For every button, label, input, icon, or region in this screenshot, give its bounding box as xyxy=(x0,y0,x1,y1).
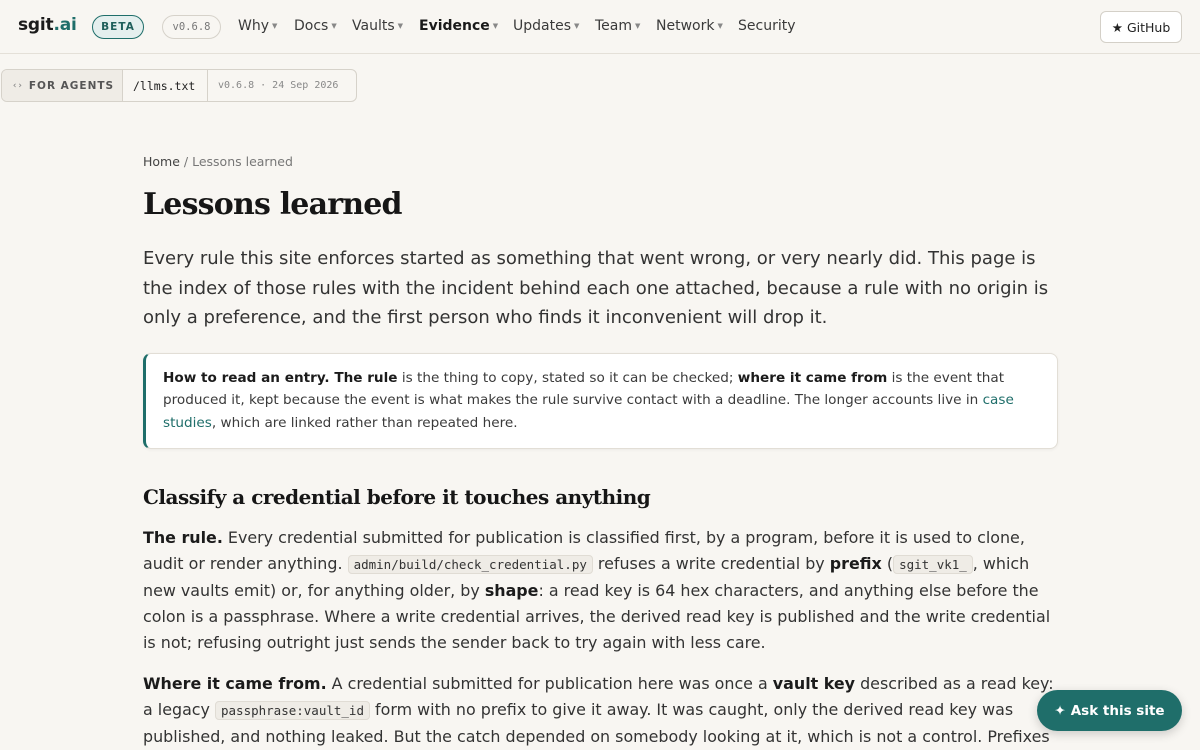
agents-version-date: v0.6.8 · 24 Sep 2026 xyxy=(218,80,339,91)
top-nav: sgit.ai BETA v0.6.8 Why ▼ Docs ▼ Vaults ▼ E… xyxy=(0,0,1200,54)
breadcrumb: Home / Lessons learned xyxy=(143,154,1059,169)
ask-label: Ask this site xyxy=(1070,702,1165,719)
nav-item-vaults[interactable]: Vaults ▼ xyxy=(352,18,403,34)
breadcrumb-home-link[interactable]: Home xyxy=(143,154,180,169)
brand-tld: .ai xyxy=(53,15,77,35)
nav-item-docs[interactable]: Docs ▼ xyxy=(294,18,337,34)
llms-txt-link[interactable]: /llms.txt xyxy=(123,70,208,101)
callout-bold-1: How to read an entry. The rule xyxy=(163,369,398,386)
nav-label: Updates xyxy=(513,18,571,34)
rule-label: The rule. xyxy=(143,528,223,547)
nav-label: Why xyxy=(238,18,270,34)
agents-bar: ‹› FOR AGENTS /llms.txt v0.6.8 · 24 Sep … xyxy=(1,69,357,102)
origin-bold: vault key xyxy=(772,674,856,693)
agents-label-text: FOR AGENTS xyxy=(28,79,115,92)
lead-paragraph: Every rule this site enforces started as… xyxy=(143,248,1049,328)
nav-label: Vaults xyxy=(352,18,395,34)
inline-code: sgit_vk1_ xyxy=(893,555,973,574)
caret-down-icon: ▼ xyxy=(331,22,337,30)
nav-label: Security xyxy=(738,18,796,34)
nav-item-why[interactable]: Why ▼ xyxy=(238,18,277,34)
version-badge: v0.6.8 xyxy=(162,15,221,39)
rule-bold: shape xyxy=(484,581,539,600)
origin-text: A credential submitted for publication h… xyxy=(326,674,773,693)
nav-item-network[interactable]: Network ▼ xyxy=(656,18,723,34)
github-button[interactable]: ★ GitHub xyxy=(1100,11,1182,43)
callout-text-1: is the thing to copy, stated so it can b… xyxy=(397,369,738,386)
code-chevrons-icon: ‹› xyxy=(12,80,23,91)
breadcrumb-current: Lessons learned xyxy=(192,154,293,169)
sparkle-icon: ✦ xyxy=(1054,702,1066,719)
nav-label: Evidence xyxy=(419,18,490,34)
nav-label: Docs xyxy=(294,18,329,34)
ask-this-site-button[interactable]: ✦ Ask this site xyxy=(1037,690,1182,731)
brand-logo[interactable]: sgit.ai xyxy=(18,15,77,35)
inline-code: admin/build/check_credential.py xyxy=(347,555,593,574)
page-title: Lessons learned xyxy=(143,187,403,222)
callout-text-3: , which are linked rather than repeated … xyxy=(211,414,518,431)
caret-down-icon: ▼ xyxy=(397,22,404,30)
rule-text: refuses a write credential by xyxy=(592,554,830,573)
nav-item-evidence[interactable]: Evidence ▼ xyxy=(419,18,498,34)
agents-label: ‹› FOR AGENTS xyxy=(2,70,123,101)
caret-down-icon: ▼ xyxy=(272,22,278,30)
callout-bold-2: where it came from xyxy=(737,369,888,386)
github-label: GitHub xyxy=(1126,19,1171,35)
origin-paragraph: Where it came from. A credential submitt… xyxy=(143,671,1058,750)
origin-label: Where it came from. xyxy=(143,674,327,693)
brand-main: sgit xyxy=(18,15,54,35)
nav-label: Network xyxy=(656,18,715,34)
nav-item-team[interactable]: Team ▼ xyxy=(595,18,640,34)
section-heading: Classify a credential before it touches … xyxy=(143,485,651,509)
caret-down-icon: ▼ xyxy=(717,22,723,30)
nav-label: Team xyxy=(595,18,633,34)
breadcrumb-separator: / xyxy=(179,154,193,169)
how-to-read-callout: How to read an entry. The rule is the th… xyxy=(143,352,1058,449)
rule-bold: prefix xyxy=(829,554,882,573)
star-icon: ★ xyxy=(1111,19,1123,35)
caret-down-icon: ▼ xyxy=(574,22,580,30)
rule-text: ( xyxy=(881,554,894,573)
caret-down-icon: ▼ xyxy=(492,22,499,30)
article: Home / Lessons learned Lessons learned E… xyxy=(143,150,1059,750)
nav-item-updates[interactable]: Updates ▼ xyxy=(513,18,579,34)
nav-item-security[interactable]: Security xyxy=(738,18,796,34)
rule-paragraph: The rule. Every credential submitted for… xyxy=(143,525,1058,656)
beta-badge: BETA xyxy=(92,15,144,39)
inline-code: passphrase:vault_id xyxy=(215,701,370,720)
caret-down-icon: ▼ xyxy=(635,22,641,30)
